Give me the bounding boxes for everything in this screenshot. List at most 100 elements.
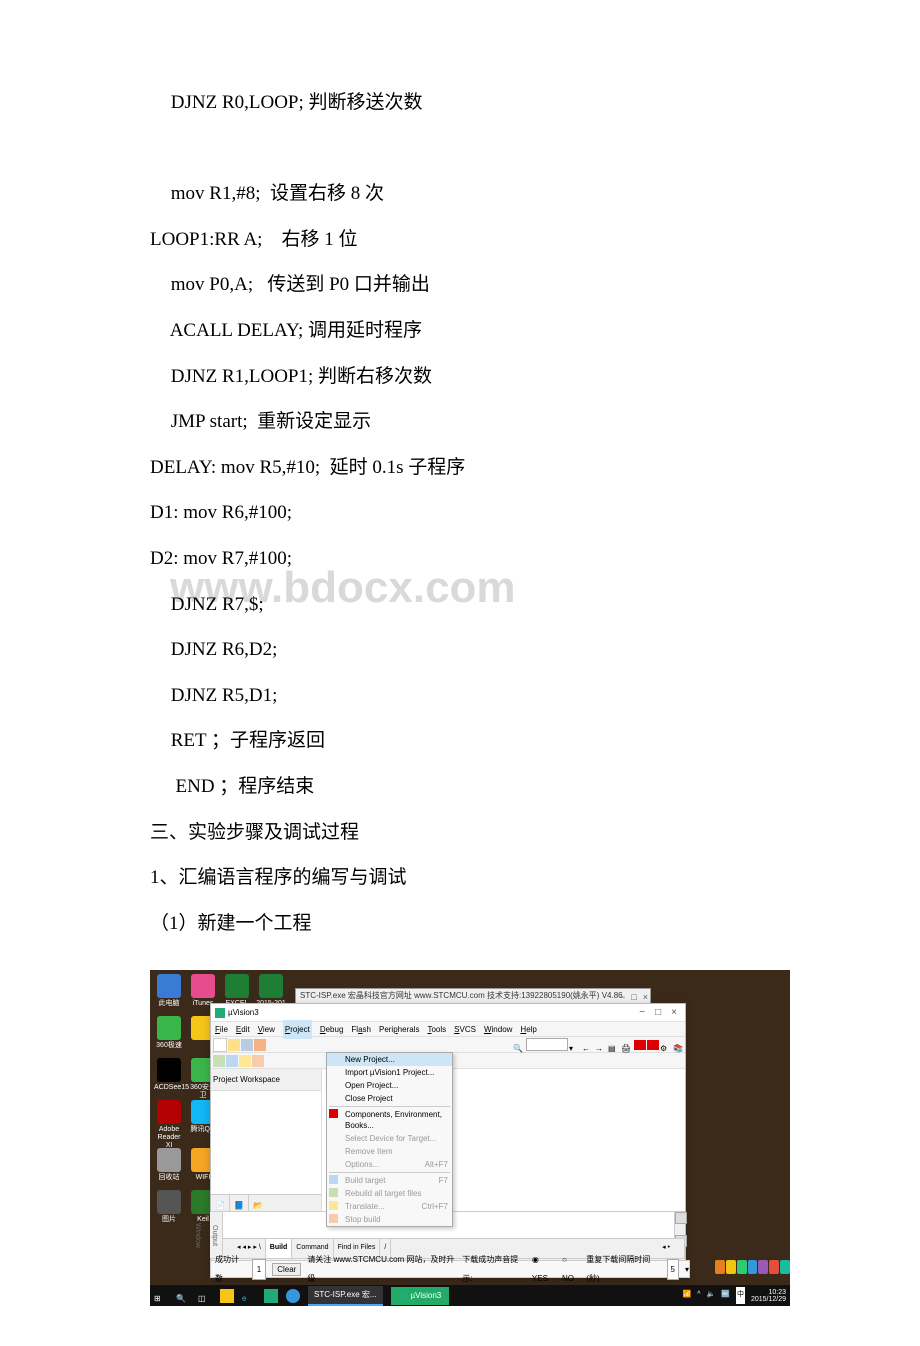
menu-file[interactable]: File — [215, 1020, 228, 1039]
menu-peripherals[interactable]: Peripherals — [379, 1020, 419, 1039]
menu-item-import[interactable]: Import µVision1 Project... — [327, 1066, 452, 1079]
launcher-icon[interactable] — [748, 1260, 758, 1274]
project-workspace-header: Project Workspace — [211, 1069, 321, 1091]
sound-hint-label: 下载成功声音提示: — [462, 1250, 526, 1288]
desktop-icon[interactable]: 360极速 — [154, 1016, 184, 1050]
scroll-up-icon[interactable] — [675, 1212, 687, 1224]
launcher-icon[interactable] — [715, 1260, 725, 1274]
app-icon[interactable] — [286, 1289, 300, 1303]
launcher-icon[interactable] — [769, 1260, 779, 1274]
menu-view[interactable]: View — [258, 1020, 275, 1039]
nav-back-icon[interactable]: ← — [582, 1039, 594, 1051]
radio-yes[interactable]: ◉ YES — [532, 1250, 556, 1288]
bookmark-icon[interactable]: ▾ — [569, 1039, 581, 1051]
menu-flash[interactable]: Flash — [351, 1020, 371, 1039]
section-heading: 三、实验步骤及调试过程 — [150, 810, 770, 856]
keil-icon[interactable] — [264, 1289, 278, 1303]
desktop-icon[interactable]: ACDSee15 — [154, 1058, 184, 1092]
right-launcher-bar[interactable] — [715, 1260, 790, 1276]
project-workspace-panel[interactable]: Project Workspace — [211, 1069, 322, 1211]
launcher-icon[interactable] — [780, 1260, 790, 1274]
menu-svcs[interactable]: SVCS — [454, 1020, 476, 1039]
build-icon[interactable] — [213, 1055, 225, 1067]
menu-window[interactable]: Window — [484, 1020, 512, 1039]
embedded-screenshot: 此电脑 iTunes EXCEL 2015-201 360极速 ACDSee15… — [150, 970, 790, 1306]
debug-icon[interactable] — [634, 1040, 646, 1050]
new-file-icon[interactable] — [213, 1038, 227, 1052]
uvision-toolbar-1[interactable]: 🔍 ▾ ← → ▤ 🖨 ⚙ 📚 — [211, 1037, 685, 1053]
code-line: RET ；子程序返回 — [150, 718, 770, 764]
menu-item-translate: Translate...Ctrl+F7 — [327, 1200, 452, 1213]
taskbar-app-stc[interactable]: STC-ISP.exe 宏... — [308, 1286, 383, 1306]
stc-message: 请关注 www.STCMCU.com 网站，及时升级 — [307, 1250, 456, 1288]
menu-help[interactable]: Help — [520, 1020, 536, 1039]
indent-icon[interactable]: ▤ — [608, 1039, 620, 1051]
uvision-window: µVision3 − □ × File Edit View Project De… — [210, 1003, 686, 1278]
code-line: DJNZ R7,$; — [150, 582, 770, 628]
stop-build-icon[interactable] — [252, 1055, 264, 1067]
step-text: 1、汇编语言程序的编写与调试 — [150, 855, 770, 901]
launcher-icon[interactable] — [758, 1260, 768, 1274]
clear-button[interactable]: Clear — [272, 1263, 301, 1276]
save-icon[interactable] — [241, 1039, 253, 1051]
count-value: 1 — [252, 1259, 266, 1280]
menu-debug[interactable]: Debug — [320, 1020, 344, 1039]
minimize-icon[interactable]: − — [639, 1001, 645, 1025]
nav-fwd-icon[interactable]: → — [595, 1039, 607, 1051]
launcher-icon[interactable] — [737, 1260, 747, 1274]
code-line: DJNZ R5,D1; — [150, 673, 770, 719]
desktop-icon[interactable]: 图片 — [154, 1190, 184, 1224]
stc-isp-title: STC-ISP.exe 宏晶科技官方网址 www.STCMCU.com 技术支持… — [300, 991, 623, 1000]
find-combo[interactable] — [526, 1038, 568, 1051]
debug2-icon[interactable] — [647, 1040, 659, 1050]
menu-item-open-project[interactable]: Open Project... — [327, 1079, 452, 1092]
code-line: mov R1,#8; 设置右移 8 次 — [150, 171, 770, 217]
taskbar-app-uvision[interactable]: µVision3 — [391, 1287, 450, 1305]
desktop-icon[interactable]: 此电脑 — [154, 974, 184, 1008]
edge-icon[interactable]: e — [242, 1289, 256, 1303]
books-icon[interactable]: 📚 — [673, 1039, 685, 1051]
search-icon[interactable]: 🔍 — [176, 1289, 190, 1303]
menu-item-remove: Remove Item — [327, 1145, 452, 1158]
project-menu-popup[interactable]: New Project... Import µVision1 Project..… — [326, 1052, 453, 1227]
stc-isp-window-titlebar[interactable]: STC-ISP.exe 宏晶科技官方网址 www.STCMCU.com 技术支持… — [295, 988, 651, 1004]
code-line: END ；程序结束 — [150, 764, 770, 810]
menu-item-new-project[interactable]: New Project... — [327, 1053, 452, 1066]
menu-item-components[interactable]: Components, Environment, Books... — [327, 1108, 452, 1132]
repeat-label: 重复下载间隔时间(秒) — [586, 1250, 660, 1288]
start-icon[interactable]: ⊞ — [154, 1289, 168, 1303]
menu-item-options: Options...Alt+F7 — [327, 1158, 452, 1171]
save-all-icon[interactable] — [254, 1039, 266, 1051]
close-icon[interactable]: × — [671, 1001, 677, 1025]
menu-project[interactable]: Project — [283, 1020, 312, 1039]
menu-edit[interactable]: Edit — [236, 1020, 250, 1039]
clock-time: 10:23 — [751, 1289, 786, 1296]
menu-tools[interactable]: Tools — [427, 1020, 446, 1039]
repeat-value[interactable]: 5 — [667, 1259, 679, 1280]
uvision-menubar[interactable]: File Edit View Project Debug Flash Perip… — [211, 1022, 685, 1037]
launcher-icon[interactable] — [726, 1260, 736, 1274]
menu-item-close-project[interactable]: Close Project — [327, 1092, 452, 1105]
task-view-icon[interactable]: ◫ — [198, 1289, 212, 1303]
print-icon[interactable]: 🖨 — [621, 1039, 633, 1051]
menu-item-select-device: Select Device for Target... — [327, 1132, 452, 1145]
maximize-icon[interactable]: □ — [655, 1001, 661, 1025]
maximize-icon[interactable]: □ — [631, 990, 636, 1004]
output-tab-build[interactable]: Build — [266, 1239, 293, 1258]
minimize-icon[interactable]: − — [620, 990, 625, 1004]
translate-icon[interactable] — [239, 1055, 251, 1067]
code-line: DJNZ R1,LOOP1; 判断右移次数 — [150, 354, 770, 400]
windows-taskbar[interactable]: ⊞ 🔍 ◫ e STC-ISP.exe 宏... µVision3 📶 ^ 🔈 … — [150, 1285, 790, 1306]
code-line: DJNZ R6,D2; — [150, 627, 770, 673]
options-icon[interactable]: ⚙ — [660, 1039, 672, 1051]
desktop-icon[interactable]: 回收站 — [154, 1148, 184, 1182]
dropdown-icon[interactable]: ▾ — [685, 1260, 689, 1279]
substep-text: （1）新建一个工程 — [150, 901, 770, 947]
code-line: ACALL DELAY; 调用延时程序 — [150, 308, 770, 354]
radio-no[interactable]: ○ NO — [562, 1250, 580, 1288]
find-icon[interactable]: 🔍 — [513, 1039, 525, 1051]
open-icon[interactable] — [228, 1039, 240, 1051]
desktop-icon[interactable]: Adobe Reader XI — [154, 1100, 184, 1149]
rebuild-icon[interactable] — [226, 1055, 238, 1067]
explorer-icon[interactable] — [220, 1289, 234, 1303]
